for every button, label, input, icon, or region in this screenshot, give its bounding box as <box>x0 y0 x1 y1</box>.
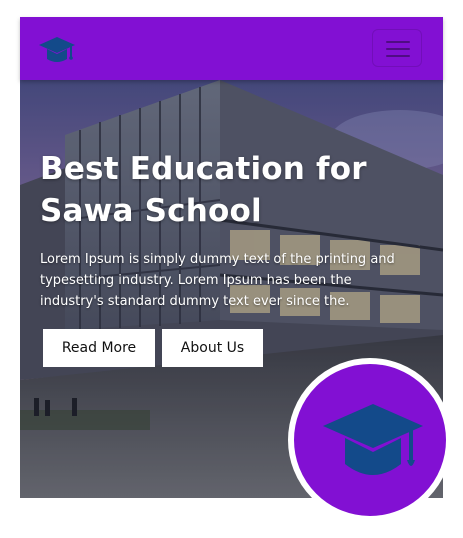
read-more-button[interactable]: Read More <box>43 329 155 367</box>
page: Best Education for Sawa School Lorem Ipsu… <box>0 0 463 538</box>
hero-title-line-1: Best Education for <box>40 151 367 187</box>
hamburger-menu-icon-bar <box>386 55 410 57</box>
navbar <box>20 17 443 80</box>
hamburger-menu-icon <box>386 41 410 43</box>
badge-circle <box>288 358 452 522</box>
hamburger-menu-icon-bar <box>386 48 410 50</box>
hero-title: Best Education for Sawa School <box>40 148 430 232</box>
about-us-button[interactable]: About Us <box>162 329 263 367</box>
graduation-cap-icon <box>323 404 423 475</box>
graduation-cap-icon[interactable] <box>38 35 76 65</box>
hero-title-line-2: Sawa School <box>40 193 262 229</box>
menu-toggle-button[interactable] <box>372 29 422 67</box>
hero-description: Lorem Ipsum is simply dummy text of the … <box>40 252 395 309</box>
